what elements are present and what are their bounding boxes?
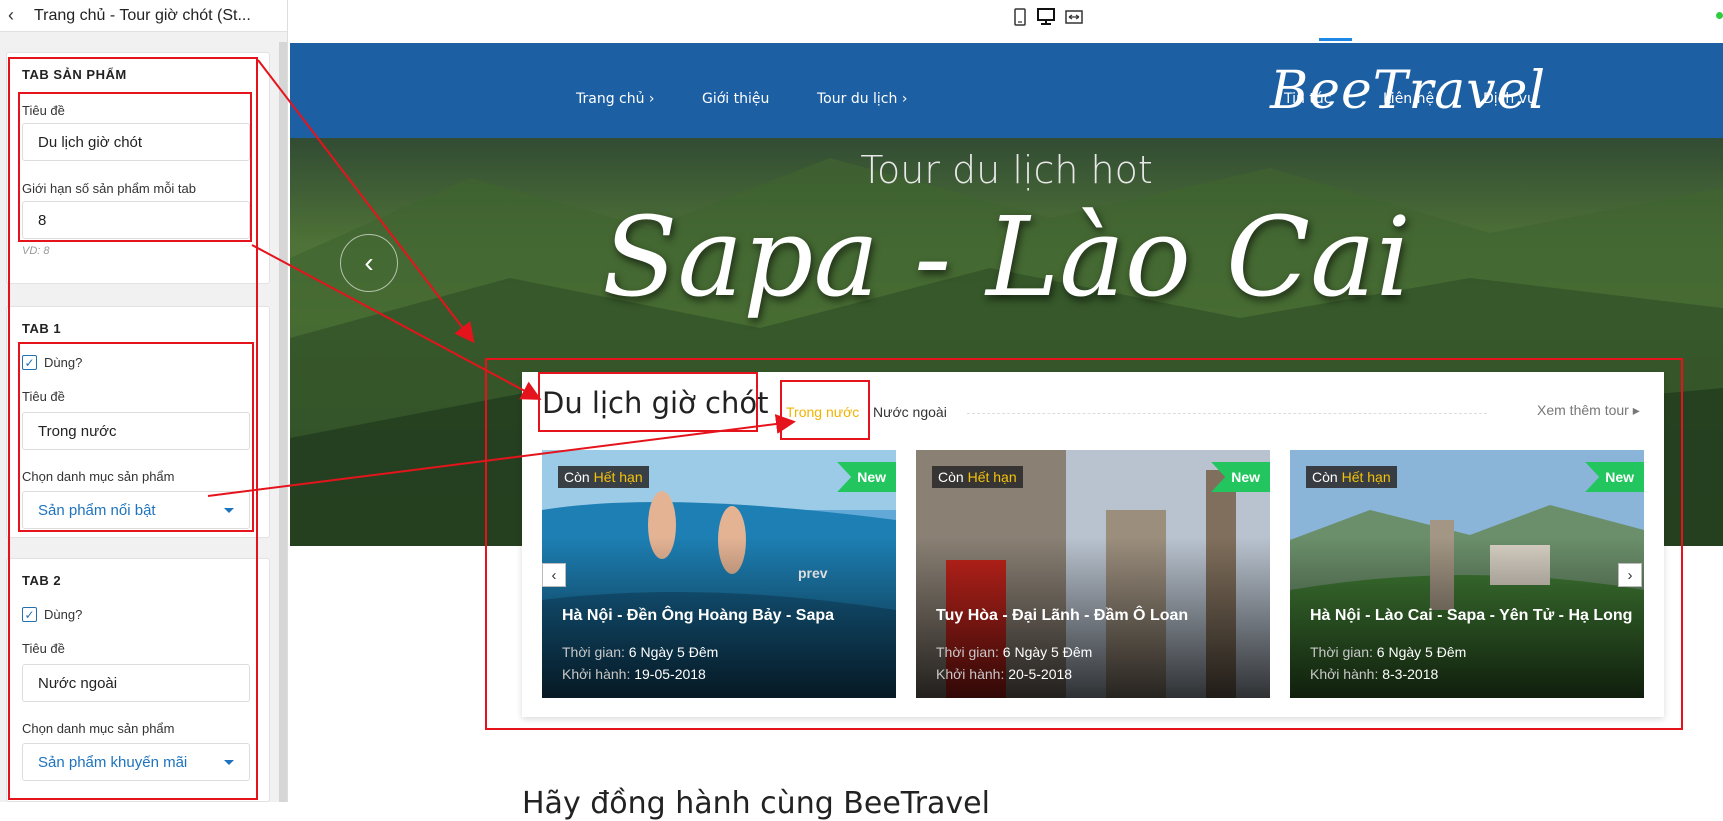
last-minute-tours-section: Du lịch giờ chót Trong nước Nước ngoài X… bbox=[522, 372, 1664, 717]
status-badge: Còn Hết hạn bbox=[1306, 466, 1397, 488]
tour-card[interactable]: Còn Hết hạn New Tuy Hòa - Đại Lãnh - Đầm… bbox=[916, 450, 1270, 698]
tab-domestic[interactable]: Trong nước bbox=[786, 404, 859, 420]
nav-item-news[interactable]: Tin tức bbox=[1284, 91, 1331, 107]
active-device-indicator bbox=[1319, 38, 1352, 41]
nav-item-services[interactable]: Dịch vụ bbox=[1483, 91, 1536, 107]
fullwidth-icon[interactable] bbox=[1064, 8, 1084, 26]
duration-label: Thời gian: bbox=[1310, 644, 1373, 660]
mobile-icon[interactable] bbox=[1010, 8, 1030, 26]
field-label-title: Tiêu đề bbox=[22, 641, 65, 656]
badge-status: Hết hạn bbox=[1341, 469, 1391, 485]
slider-next-arrow-icon[interactable]: › bbox=[1618, 563, 1642, 587]
tour-title[interactable]: Hà Nội - Đền Ông Hoàng Bảy - Sapa bbox=[562, 607, 834, 625]
select-value: Sản phẩm khuyến mãi bbox=[38, 753, 188, 771]
duration-label: Thời gian: bbox=[562, 644, 625, 660]
section-tab-1: TAB 1 ✓ Dùng? Tiêu đề Trong nước Chọn da… bbox=[6, 306, 270, 538]
departure-value: 8-3-2018 bbox=[1382, 666, 1439, 682]
departure-label: Khởi hành: bbox=[936, 666, 1005, 682]
section-tab-products: TAB SẢN PHẨM Tiêu đề Du lịch giờ chót Gi… bbox=[6, 52, 270, 284]
footer-heading: Hãy đồng hành cùng BeeTravel bbox=[522, 786, 990, 821]
section-title: TAB 1 bbox=[22, 321, 62, 336]
field-label-category: Chọn danh mục sản phẩm bbox=[22, 469, 175, 484]
tour-departure: Khởi hành: 19-05-2018 bbox=[562, 666, 706, 682]
tab-international[interactable]: Nước ngoài bbox=[873, 404, 947, 420]
duration-value: 6 Ngày 5 Đêm bbox=[1002, 644, 1093, 660]
duration-label: Thời gian: bbox=[936, 644, 999, 660]
field-label-category: Chọn danh mục sản phẩm bbox=[22, 721, 175, 736]
limit-input[interactable]: 8 bbox=[22, 201, 250, 239]
checkbox-label: Dùng? bbox=[44, 607, 83, 622]
tour-title[interactable]: Hà Nội - Lào Cai - Sapa - Yên Tử - Hạ Lo… bbox=[1310, 607, 1632, 625]
tour-departure: Khởi hành: 8-3-2018 bbox=[1310, 666, 1438, 682]
dropdown-caret-icon bbox=[224, 759, 234, 765]
departure-value: 19-05-2018 bbox=[634, 666, 706, 682]
use-checkbox-row[interactable]: ✓ Dùng? bbox=[22, 607, 82, 622]
use-checkbox-row[interactable]: ✓ Dùng? bbox=[22, 355, 82, 370]
section-title: TAB 2 bbox=[22, 573, 62, 588]
select-value: Sản phẩm nổi bật bbox=[38, 501, 156, 519]
field-label-title: Tiêu đề bbox=[22, 103, 65, 118]
departure-label: Khởi hành: bbox=[562, 666, 631, 682]
back-arrow-icon[interactable]: ‹ bbox=[8, 5, 24, 26]
hero-title: Sapa - Lào Cai bbox=[602, 193, 1411, 321]
section-tab-2: TAB 2 ✓ Dùng? Tiêu đề Nước ngoài Chọn da… bbox=[6, 558, 270, 802]
tour-card[interactable]: Còn Hết hạn New Hà Nội - Lào Cai - Sapa … bbox=[1290, 450, 1644, 698]
section-heading: Du lịch giờ chót bbox=[542, 386, 769, 420]
tab1-category-select[interactable]: Sản phẩm nổi bật bbox=[22, 491, 250, 529]
tab2-title-input[interactable]: Nước ngoài bbox=[22, 664, 250, 702]
tabs-divider bbox=[967, 413, 1487, 414]
badge-status: Hết hạn bbox=[967, 469, 1017, 485]
slider-prev-arrow-icon[interactable]: ‹ bbox=[542, 563, 566, 587]
hero-subtitle: Tour du lịch hot bbox=[860, 148, 1153, 192]
badge-prefix: Còn bbox=[1312, 469, 1338, 485]
badge-prefix: Còn bbox=[938, 469, 964, 485]
panel-title: Trang chủ - Tour giờ chót (St... bbox=[34, 6, 251, 24]
duration-value: 6 Ngày 5 Đêm bbox=[1376, 644, 1467, 660]
tour-departure: Khởi hành: 20-5-2018 bbox=[936, 666, 1072, 682]
limit-hint: VD: 8 bbox=[22, 245, 50, 257]
desktop-icon[interactable] bbox=[1036, 8, 1056, 26]
nav-item-about[interactable]: Giới thiệu bbox=[702, 91, 769, 107]
checkbox-checked-icon[interactable]: ✓ bbox=[22, 355, 37, 370]
nav-item-tours[interactable]: Tour du lịch › bbox=[817, 91, 907, 107]
badge-prefix: Còn bbox=[564, 469, 590, 485]
hero-prev-arrow-icon[interactable]: ‹ bbox=[340, 234, 398, 292]
tab1-title-input[interactable]: Trong nước bbox=[22, 412, 250, 450]
departure-label: Khởi hành: bbox=[1310, 666, 1379, 682]
status-badge: Còn Hết hạn bbox=[558, 466, 649, 488]
section-title: TAB SẢN PHẨM bbox=[22, 67, 127, 82]
checkbox-checked-icon[interactable]: ✓ bbox=[22, 607, 37, 622]
departure-value: 20-5-2018 bbox=[1008, 666, 1073, 682]
device-preview-bar bbox=[289, 0, 1723, 42]
prev-overlay-text: prev bbox=[798, 565, 828, 581]
tour-title[interactable]: Tuy Hòa - Đại Lãnh - Đầm Ô Loan bbox=[936, 607, 1188, 625]
panel-scrollbar[interactable] bbox=[279, 42, 287, 802]
panel-header: ‹ Trang chủ - Tour giờ chót (St... bbox=[0, 0, 287, 32]
site-header: Trang chủ › Giới thiệu Tour du lịch › Be… bbox=[290, 43, 1723, 138]
field-label-limit: Giới hạn số sản phẩm mỗi tab bbox=[22, 181, 197, 196]
status-dot bbox=[1716, 12, 1723, 19]
tour-card[interactable]: Còn Hết hạn New prev Hà Nội - Đền Ông Ho… bbox=[542, 450, 896, 698]
duration-value: 6 Ngày 5 Đêm bbox=[628, 644, 719, 660]
title-input[interactable]: Du lịch giờ chót bbox=[22, 123, 250, 161]
tour-duration: Thời gian: 6 Ngày 5 Đêm bbox=[936, 644, 1092, 660]
tour-duration: Thời gian: 6 Ngày 5 Đêm bbox=[562, 644, 718, 660]
field-label-title: Tiêu đề bbox=[22, 389, 65, 404]
dropdown-caret-icon bbox=[224, 507, 234, 513]
status-badge: Còn Hết hạn bbox=[932, 466, 1023, 488]
nav-item-home[interactable]: Trang chủ › bbox=[576, 91, 655, 107]
view-more-link[interactable]: Xem thêm tour ▸ bbox=[1537, 402, 1640, 419]
tour-duration: Thời gian: 6 Ngày 5 Đêm bbox=[1310, 644, 1466, 660]
badge-status: Hết hạn bbox=[593, 469, 643, 485]
customizer-panel: ‹ Trang chủ - Tour giờ chót (St... TAB S… bbox=[0, 0, 288, 802]
checkbox-label: Dùng? bbox=[44, 355, 83, 370]
nav-item-contact[interactable]: Liên hệ bbox=[1383, 91, 1434, 107]
tab2-category-select[interactable]: Sản phẩm khuyến mãi bbox=[22, 743, 250, 781]
